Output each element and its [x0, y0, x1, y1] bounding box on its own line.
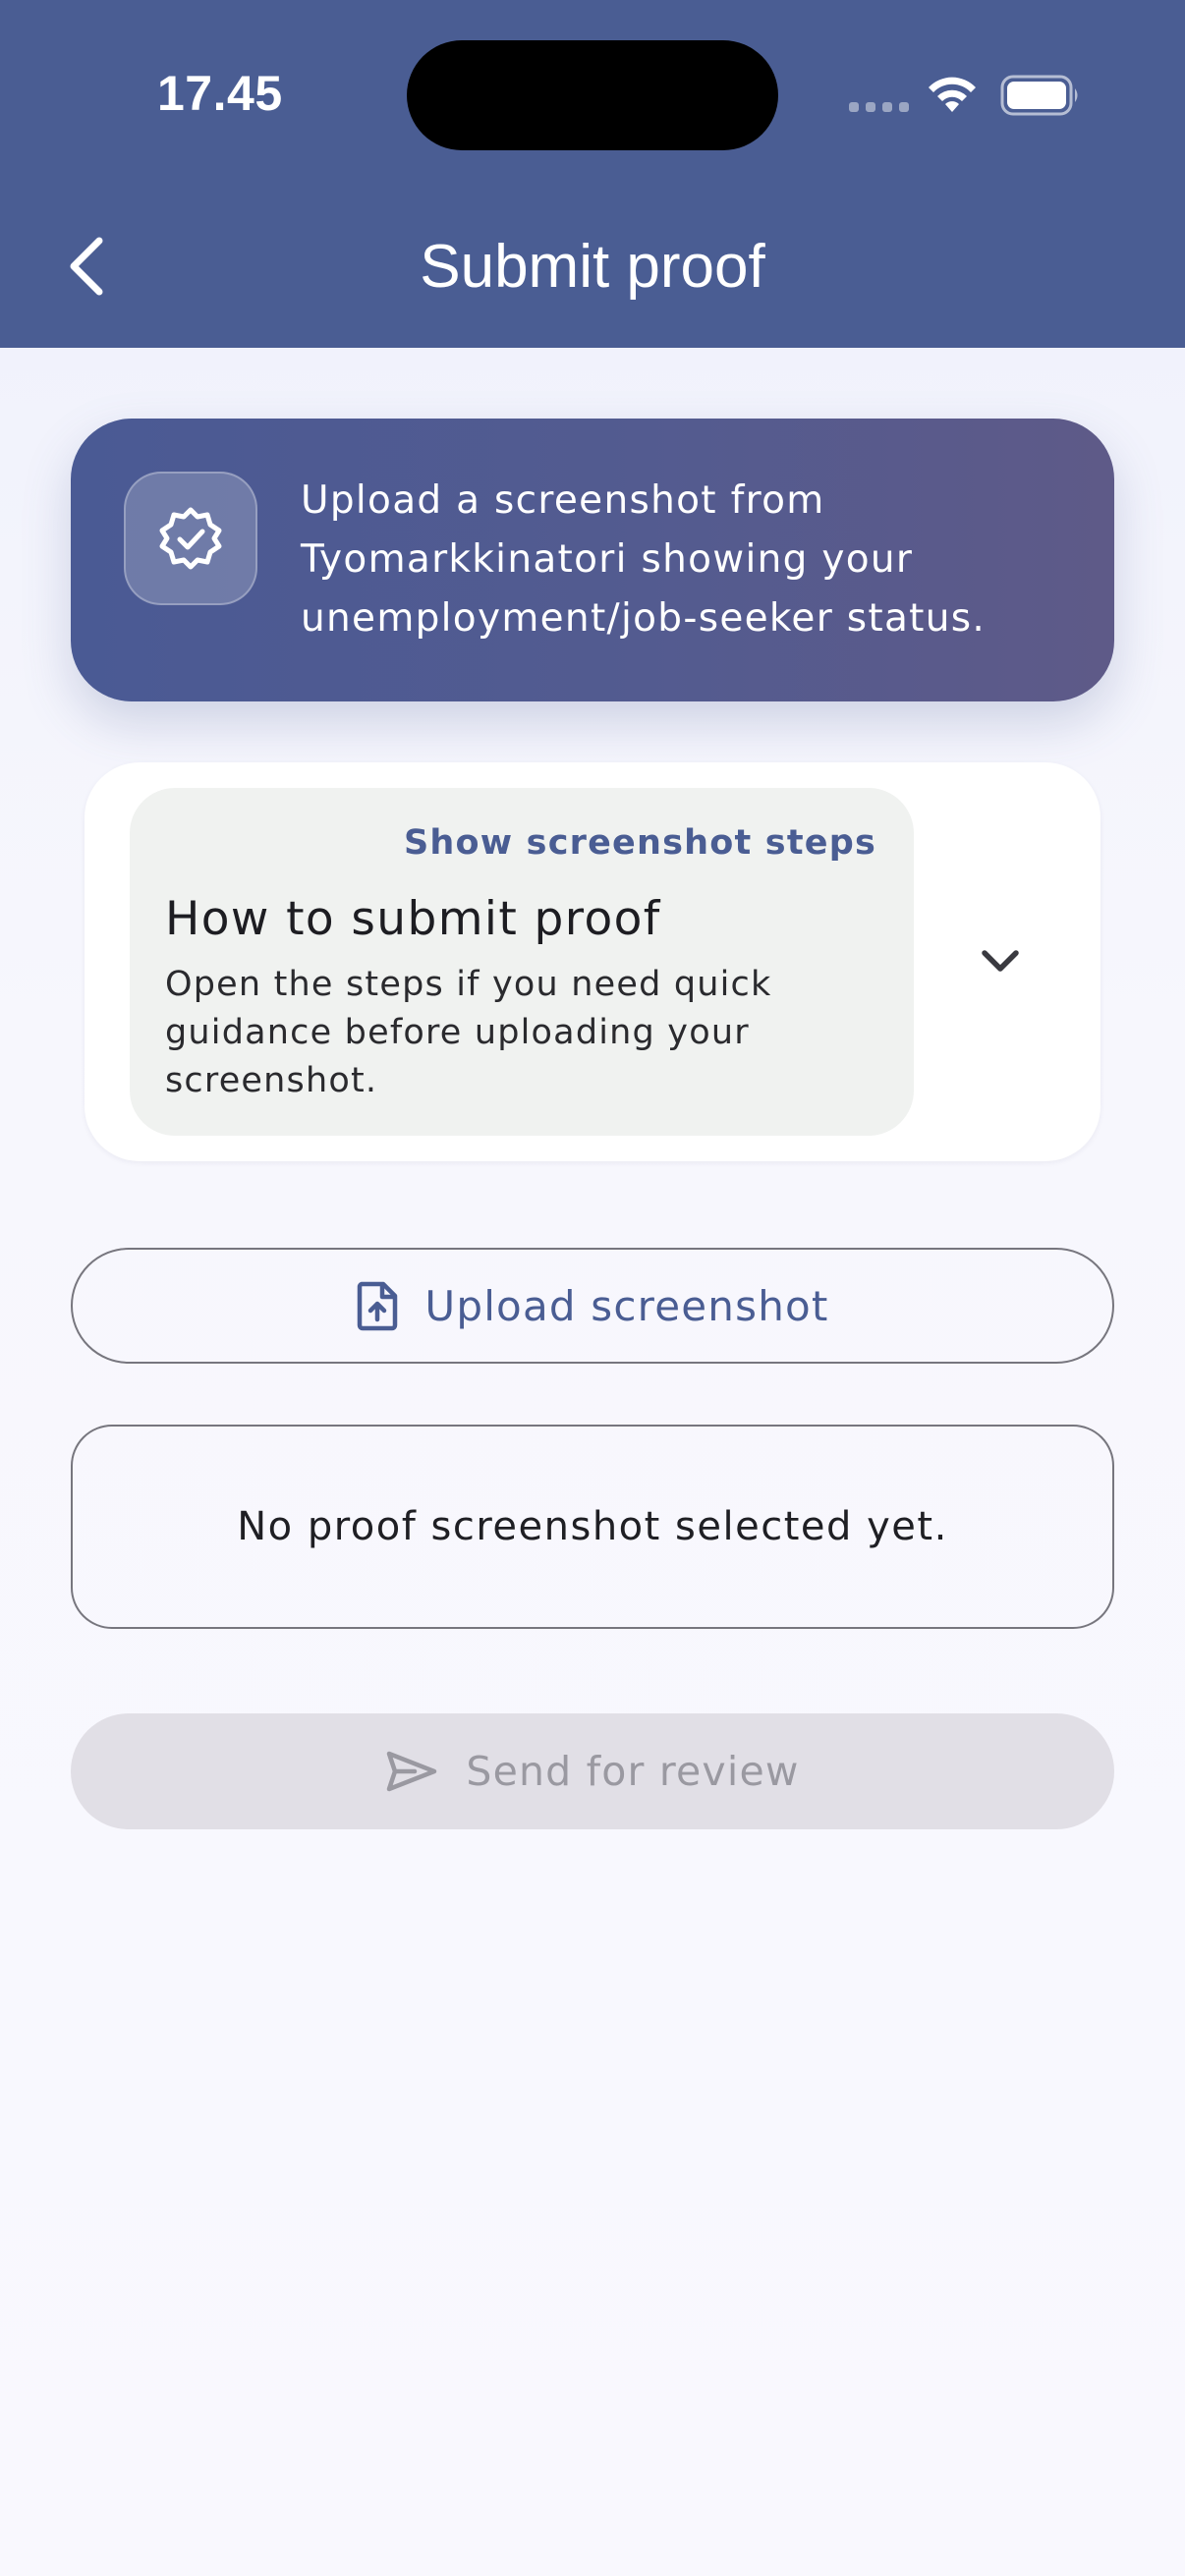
steps-summary: Show screenshot steps How to submit proo… [130, 788, 914, 1136]
screenshot-steps-panel[interactable]: Show screenshot steps How to submit proo… [85, 762, 1100, 1161]
upload-button-label: Upload screenshot [424, 1281, 829, 1330]
show-steps-label: Show screenshot steps [403, 823, 876, 863]
battery-icon [1000, 75, 1078, 116]
info-banner: Upload a screenshot from Tyomarkkinatori… [71, 419, 1114, 701]
dynamic-island [407, 40, 778, 150]
upload-screenshot-button[interactable]: Upload screenshot [71, 1248, 1114, 1364]
send-icon [387, 1751, 437, 1792]
chevron-down-icon[interactable] [971, 931, 1030, 990]
verified-badge-icon [159, 507, 222, 570]
steps-description: Open the steps if you need quick guidanc… [165, 965, 772, 1100]
banner-text: Upload a screenshot from Tyomarkkinatori… [301, 478, 987, 641]
cellular-signal-icon [849, 102, 909, 112]
empty-selection-text: No proof screenshot selected yet. [237, 1504, 948, 1549]
send-button-label: Send for review [466, 1748, 800, 1795]
selected-screenshot-box: No proof screenshot selected yet. [71, 1425, 1114, 1629]
file-upload-icon [358, 1281, 398, 1331]
steps-title: How to submit proof [165, 892, 661, 946]
status-time: 17.45 [157, 66, 283, 121]
app-header: 17.45 Submit proof [0, 0, 1185, 348]
wifi-icon [929, 77, 976, 112]
send-for-review-button[interactable]: Send for review [71, 1713, 1114, 1829]
page-title: Submit proof [420, 233, 765, 301]
banner-icon-container [124, 472, 257, 605]
